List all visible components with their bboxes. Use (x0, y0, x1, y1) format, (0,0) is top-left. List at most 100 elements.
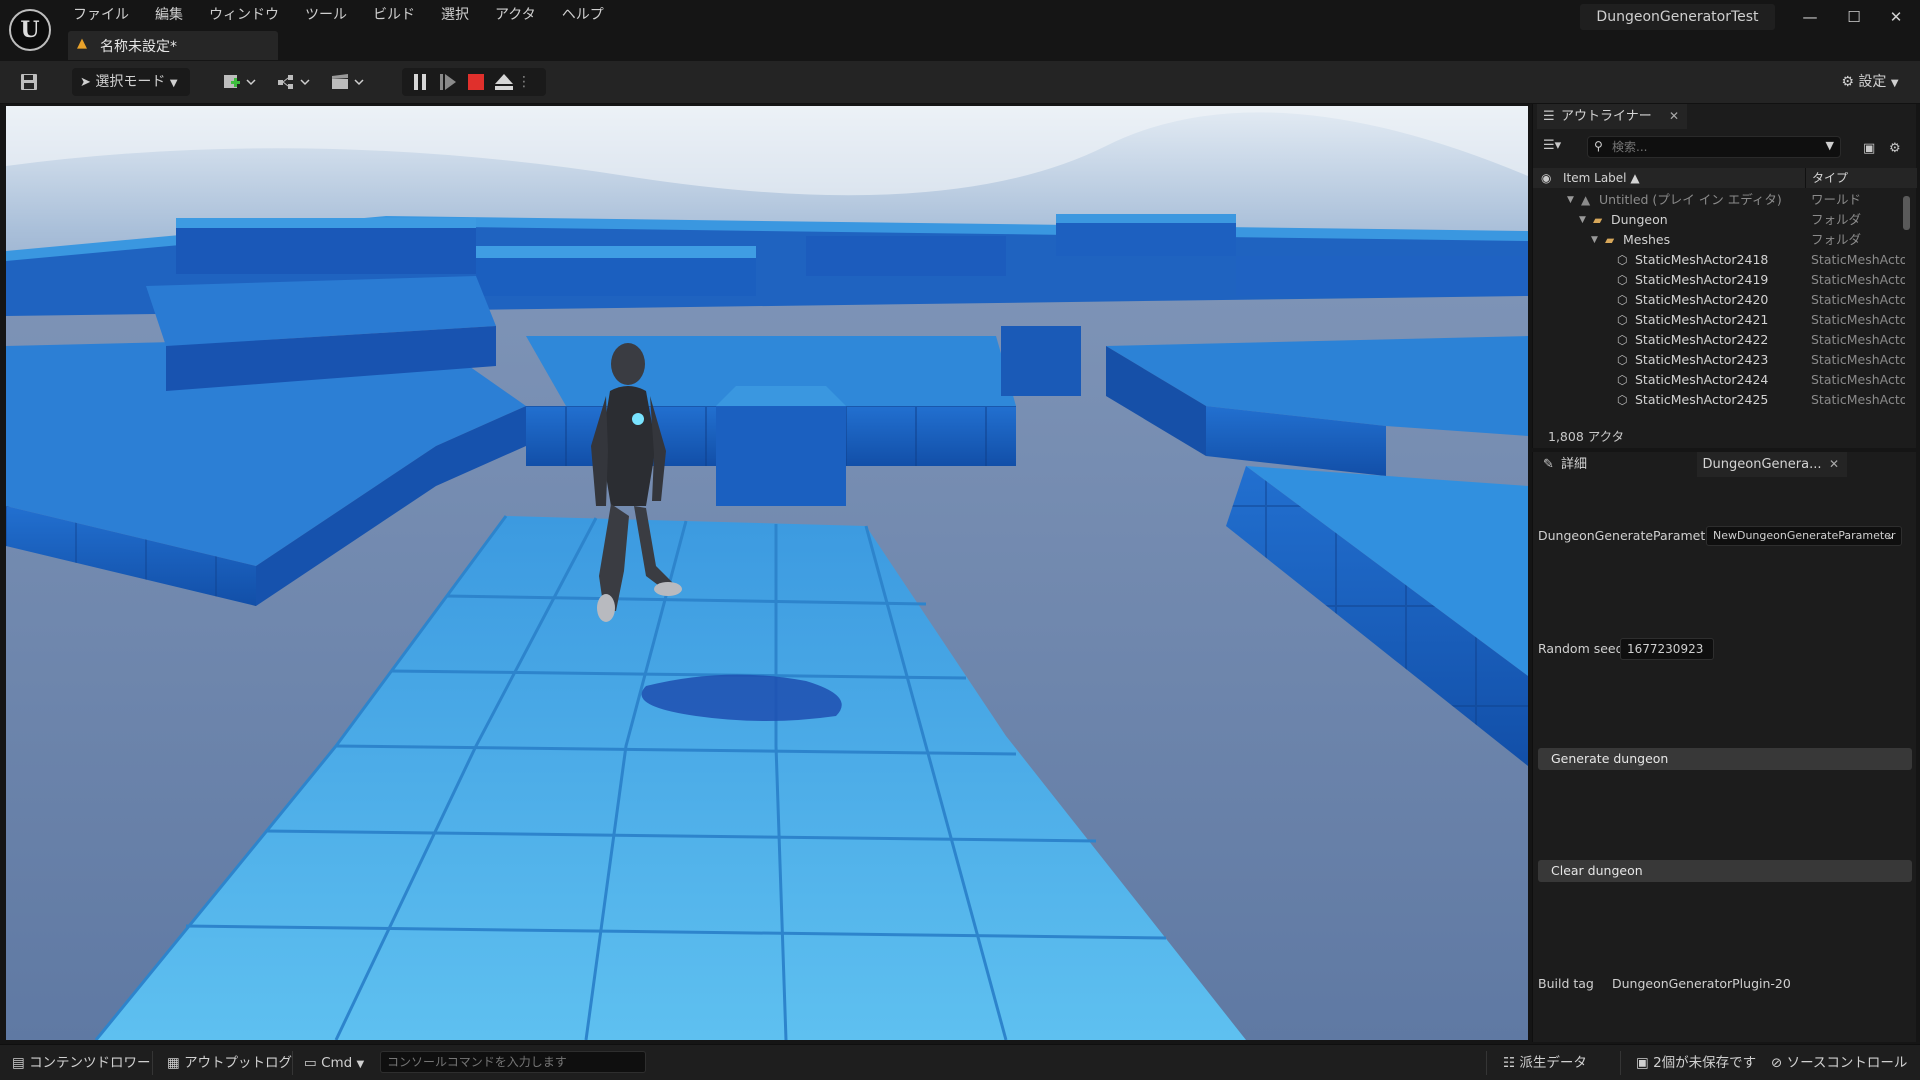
close-icon[interactable]: ✕ (1829, 452, 1839, 477)
param-label: DungeonGenerateParameter (1538, 528, 1719, 543)
output-log-button[interactable]: ▦ アウトプットログ (167, 1053, 292, 1073)
outliner-row[interactable]: ▼ ▲ Untitled (プレイ イン エディタ) ワールド (1533, 190, 1905, 210)
chevron-down-icon: ▼ (356, 1059, 365, 1070)
menu-file[interactable]: ファイル (60, 4, 142, 26)
unsaved-button[interactable]: ▣ 2個が未保存です (1636, 1053, 1756, 1073)
outliner-row-type: StaticMeshActo (1811, 292, 1905, 307)
outliner-row[interactable]: ▼ ▰ Dungeon フォルダ (1533, 210, 1905, 230)
save-button[interactable] (16, 68, 42, 96)
outliner-tab[interactable]: ☰ アウトライナー ✕ (1537, 104, 1687, 129)
mesh-icon: ⬡ (1617, 353, 1628, 367)
output-log-label: アウトプットログ (184, 1055, 293, 1071)
stop-button[interactable] (462, 68, 490, 96)
outliner-row-type: StaticMeshActo (1811, 332, 1905, 347)
divider (1620, 1051, 1621, 1075)
outliner-scrollbar[interactable] (1903, 196, 1910, 230)
details-tab[interactable]: ✎ 詳細 (1537, 452, 1687, 477)
outliner-search-input[interactable] (1612, 139, 1812, 155)
generate-dungeon-button[interactable]: Generate dungeon (1538, 748, 1912, 770)
divider (292, 1051, 293, 1075)
console-command-input[interactable] (380, 1051, 646, 1073)
col-item-label[interactable]: Item Label ▲ (1563, 168, 1640, 188)
outliner-search[interactable]: ⚲ ▼ (1587, 136, 1841, 158)
more-options-icon[interactable]: ⋮ (514, 68, 534, 96)
param-dropdown[interactable]: NewDungeonGenerateParameter ⌄ (1706, 526, 1902, 546)
outliner-icon: ☰ (1543, 109, 1555, 124)
chevron-down-icon: ⌄ (1885, 529, 1895, 542)
build-tag-label: Build tag (1538, 976, 1594, 991)
outliner-row[interactable]: ▼ ▰ Meshes フォルダ (1533, 230, 1905, 250)
menu-select[interactable]: 選択 (428, 4, 482, 26)
dungeon-generator-tab[interactable]: DungeonGenera... ✕ (1697, 452, 1847, 477)
clear-dungeon-button[interactable]: Clear dungeon (1538, 860, 1912, 882)
blueprint-button[interactable] (276, 68, 316, 96)
console-icon: ▭ (304, 1055, 317, 1071)
blueprint-icon (278, 75, 310, 89)
outliner-row[interactable]: ⬡ StaticMeshActor2420 StaticMeshActo (1533, 290, 1905, 310)
status-bar: ▤ コンテンツドロワー ▦ アウトプットログ ▭ Cmd ▼ ☷ 派生データ ▣… (0, 1044, 1920, 1080)
param-value: NewDungeonGenerateParameter (1713, 529, 1896, 542)
pause-icon (414, 74, 426, 90)
menu-tools[interactable]: ツール (292, 4, 360, 26)
step-button[interactable] (434, 68, 462, 96)
expand-arrow-icon[interactable]: ▼ (1567, 190, 1574, 210)
menu-window[interactable]: ウィンドウ (196, 4, 292, 26)
eye-icon[interactable]: ◉ (1541, 168, 1551, 188)
pencil-icon: ✎ (1543, 457, 1554, 472)
outliner-row-label: StaticMeshActor2425 (1635, 392, 1769, 407)
chevron-down-icon[interactable]: ▼ (1826, 139, 1834, 152)
outliner-row[interactable]: ⬡ StaticMeshActor2425 StaticMeshActo (1533, 390, 1905, 410)
cinematics-icon (332, 74, 364, 89)
outliner-row[interactable]: ⬡ StaticMeshActor2419 StaticMeshActo (1533, 270, 1905, 290)
outliner-row-label: Meshes (1623, 232, 1671, 247)
outliner-row[interactable]: ⬡ StaticMeshActor2418 StaticMeshActo (1533, 250, 1905, 270)
play-controls: ⋮ (402, 68, 546, 96)
unreal-logo-icon[interactable]: U (9, 9, 51, 51)
menu-edit[interactable]: 編集 (142, 4, 196, 26)
selection-mode-dropdown[interactable]: ➤ 選択モード ▼ (72, 68, 190, 96)
details-tab-label: 詳細 (1561, 457, 1588, 472)
outliner-row-label: StaticMeshActor2423 (1635, 352, 1769, 367)
content-drawer-button[interactable]: ▤ コンテンツドロワー (12, 1053, 151, 1073)
cinematics-button[interactable] (330, 68, 370, 96)
maximize-button[interactable]: ☐ (1840, 6, 1868, 28)
outliner-row[interactable]: ⬡ StaticMeshActor2424 StaticMeshActo (1533, 370, 1905, 390)
level-tab[interactable]: ▲ 名称未設定* (68, 31, 278, 60)
close-window-button[interactable]: ✕ (1882, 6, 1910, 28)
logo-letter: U (20, 17, 40, 43)
chevron-down-icon: ▼ (1890, 78, 1899, 89)
outliner-row-label: Dungeon (1611, 212, 1668, 227)
derived-data-button[interactable]: ☷ 派生データ (1503, 1053, 1587, 1073)
pause-button[interactable] (406, 68, 434, 96)
menu-actor[interactable]: アクタ (482, 4, 549, 26)
menu-build[interactable]: ビルド (360, 4, 428, 26)
outliner-tree: ▼ ▲ Untitled (プレイ イン エディタ) ワールド ▼ ▰ Dungeon フォル… (1533, 190, 1905, 420)
expand-arrow-icon[interactable]: ▼ (1579, 210, 1586, 230)
eject-icon (495, 74, 513, 90)
viewport-scene (6, 106, 1528, 1040)
seed-input[interactable] (1620, 638, 1714, 660)
filter-icon[interactable]: ☰▾ (1543, 138, 1561, 153)
outliner-row[interactable]: ⬡ StaticMeshActor2422 StaticMeshActo (1533, 330, 1905, 350)
outliner-row[interactable]: ⬡ StaticMeshActor2423 StaticMeshActo (1533, 350, 1905, 370)
menu-help[interactable]: ヘルプ (549, 4, 617, 26)
source-control-button[interactable]: ⊘ ソースコントロール (1771, 1053, 1907, 1073)
expand-arrow-icon[interactable]: ▼ (1591, 230, 1598, 250)
add-actor-button[interactable] (222, 68, 262, 96)
derived-data-label: 派生データ (1519, 1055, 1587, 1071)
level-viewport[interactable] (6, 106, 1528, 1040)
col-type[interactable]: タイプ (1805, 168, 1848, 188)
outliner-row-type: StaticMeshActo (1811, 392, 1905, 407)
settings-button[interactable]: ⚙ 設定 ▼ (1830, 68, 1910, 96)
gear-icon[interactable]: ⚙ (1889, 141, 1901, 156)
minimize-button[interactable]: — (1796, 6, 1824, 28)
outliner-row-type: StaticMeshActo (1811, 312, 1905, 327)
add-folder-icon[interactable]: ▣ (1863, 141, 1875, 156)
cmd-dropdown[interactable]: ▭ Cmd ▼ (304, 1053, 364, 1073)
project-name: DungeonGeneratorTest (1580, 4, 1775, 30)
outliner-row-label: StaticMeshActor2418 (1635, 252, 1769, 267)
close-icon[interactable]: ✕ (1669, 104, 1679, 129)
outliner-row[interactable]: ⬡ StaticMeshActor2421 StaticMeshActo (1533, 310, 1905, 330)
outliner-row-label: StaticMeshActor2424 (1635, 372, 1769, 387)
outliner-row-label: StaticMeshActor2419 (1635, 272, 1769, 287)
